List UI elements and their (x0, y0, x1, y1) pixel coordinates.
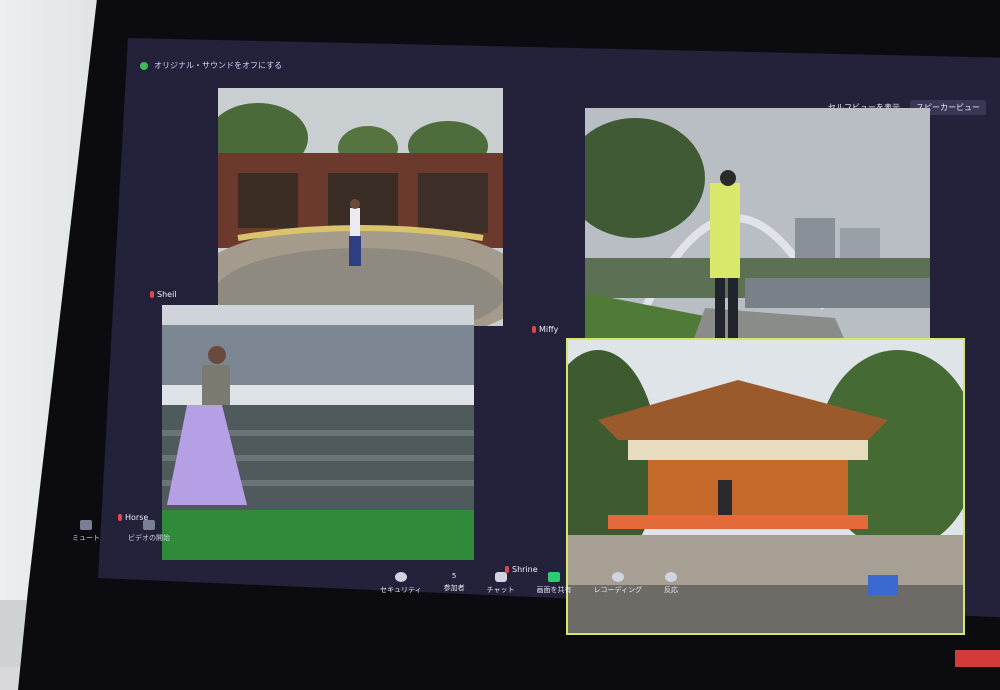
share-screen-button[interactable]: 画面を共有 (537, 572, 572, 595)
reactions-button[interactable]: 反応 (664, 572, 678, 595)
participant-name: Sheil (157, 290, 177, 299)
microphone-icon (80, 520, 92, 530)
record-button[interactable]: レコーディング (594, 572, 642, 595)
video-feed-river (585, 108, 930, 363)
record-icon (611, 572, 624, 582)
video-camera-icon (143, 520, 155, 530)
video-feed-ruins (218, 88, 503, 326)
security-button[interactable]: セキュリティ (380, 572, 422, 595)
video-feed-stadium (162, 305, 474, 560)
shield-icon (394, 572, 407, 582)
participants-count: 5 (451, 572, 457, 580)
red-badge (955, 650, 1000, 667)
video-tile-sheil[interactable] (218, 88, 503, 326)
chat-bubble-icon (494, 572, 507, 582)
participant-tag-miffy: Miffy (532, 325, 558, 334)
video-tile-miffy[interactable] (585, 108, 930, 363)
participant-name: Miffy (539, 325, 559, 334)
shield-icon (140, 61, 148, 70)
video-tile-horse[interactable] (162, 305, 474, 560)
mic-muted-icon (150, 291, 154, 298)
participants-button[interactable]: 5 参加者 (444, 572, 465, 595)
participant-tag-sheil: Sheil (150, 290, 177, 299)
smiley-icon (665, 572, 678, 582)
original-sound-label: オリジナル・サウンドをオフにする (154, 61, 283, 70)
mute-button[interactable]: ミュート (72, 520, 100, 543)
meeting-toolbar: セキュリティ 5 参加者 チャット 画面を共有 レコーディング 反応 (380, 572, 678, 595)
chat-button[interactable]: チャット (487, 572, 515, 595)
left-controls: ミュート ビデオの開始 (72, 520, 170, 543)
mic-muted-icon (532, 326, 536, 333)
original-sound-bar[interactable]: オリジナル・サウンドをオフにする (140, 60, 282, 71)
share-screen-icon (548, 572, 561, 582)
start-video-button[interactable]: ビデオの開始 (128, 520, 170, 543)
